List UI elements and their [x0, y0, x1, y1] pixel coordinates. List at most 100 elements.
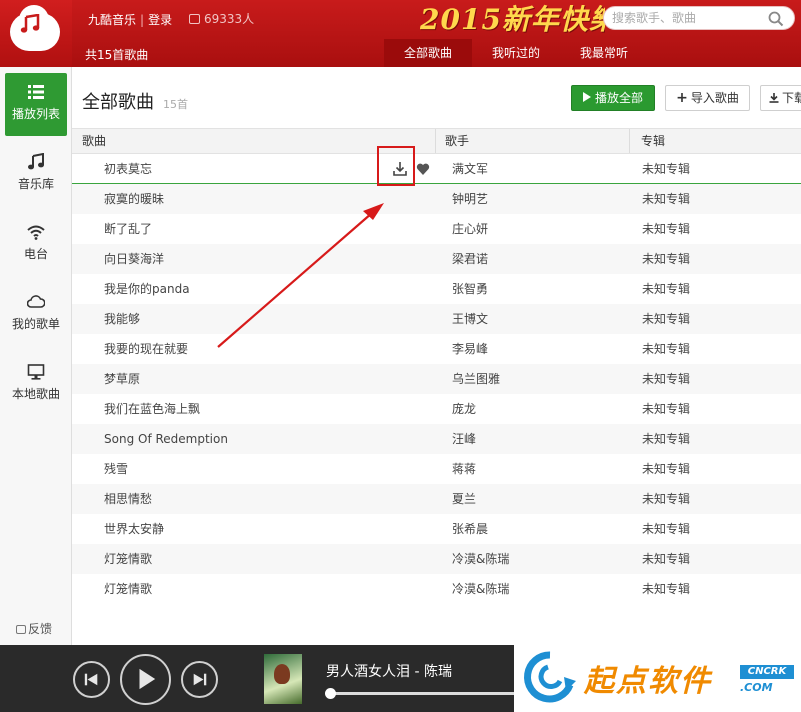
tab-all-songs[interactable]: 全部歌曲 — [384, 39, 473, 67]
next-button[interactable] — [181, 661, 218, 698]
music-note-icon — [28, 153, 44, 170]
song-title[interactable]: 灯笼情歌 — [104, 574, 152, 604]
heart-icon[interactable] — [416, 154, 430, 184]
song-row[interactable]: 我能够 王博文 未知专辑 — [72, 304, 801, 334]
artist-name[interactable]: 夏兰 — [452, 484, 476, 514]
song-count: 15首 — [163, 98, 188, 111]
tab-listened[interactable]: 我听过的 — [472, 39, 560, 67]
artist-name[interactable]: 王博文 — [452, 304, 488, 334]
artist-name[interactable]: 梁君诺 — [452, 244, 488, 274]
song-row[interactable]: 我是你的panda 张智勇 未知专辑 — [72, 274, 801, 304]
column-divider[interactable] — [435, 129, 436, 153]
song-row[interactable]: 残雪 蒋蒋 未知专辑 — [72, 454, 801, 484]
song-title[interactable]: 向日葵海洋 — [104, 244, 164, 274]
search-icon[interactable] — [768, 11, 784, 27]
album-name[interactable]: 未知专辑 — [642, 274, 690, 304]
sidebar-item-local-songs[interactable]: 本地歌曲 — [5, 353, 67, 416]
sidebar-item-label: 电台 — [23, 247, 48, 261]
song-row[interactable]: 向日葵海洋 梁君诺 未知专辑 — [72, 244, 801, 274]
song-title[interactable]: 我们在蓝色海上飘 — [104, 394, 200, 424]
header-links: 九酷音乐 | 登录 — [88, 11, 172, 28]
people-icon — [189, 14, 200, 24]
sidebar-item-playlist[interactable]: 播放列表 — [5, 73, 67, 136]
song-row[interactable]: 我要的现在就要 李易峰 未知专辑 — [72, 334, 801, 364]
song-title[interactable]: 寂寞的暖昧 — [104, 184, 164, 214]
artist-name[interactable]: 冷漠&陈瑞 — [452, 544, 509, 574]
song-title[interactable]: Song Of Redemption — [104, 424, 228, 454]
search-box[interactable] — [603, 6, 795, 30]
artist-name[interactable]: 满文军 — [452, 154, 488, 184]
song-row[interactable]: Song Of Redemption 汪峰 未知专辑 — [72, 424, 801, 454]
column-divider[interactable] — [629, 129, 630, 153]
artist-name[interactable]: 李易峰 — [452, 334, 488, 364]
sidebar-item-radio[interactable]: 电台 — [5, 213, 67, 276]
progress-bar[interactable] — [325, 688, 520, 699]
download-icon — [769, 93, 779, 103]
artist-name[interactable]: 张希晨 — [452, 514, 488, 544]
play-button[interactable] — [120, 654, 171, 705]
song-row[interactable]: 寂寞的暖昧 钟明艺 未知专辑 — [72, 184, 801, 214]
album-name[interactable]: 未知专辑 — [642, 544, 690, 574]
column-header-artist[interactable]: 歌手 — [445, 129, 469, 153]
artist-name[interactable]: 庄心妍 — [452, 214, 488, 244]
artist-name[interactable]: 汪峰 — [452, 424, 476, 454]
artist-name[interactable]: 乌兰图雅 — [452, 364, 500, 394]
album-name[interactable]: 未知专辑 — [642, 364, 690, 394]
album-name[interactable]: 未知专辑 — [642, 304, 690, 334]
artist-name[interactable]: 钟明艺 — [452, 184, 488, 214]
album-name[interactable]: 未知专辑 — [642, 394, 690, 424]
artist-name[interactable]: 冷漠&陈瑞 — [452, 574, 509, 604]
song-row[interactable]: 灯笼情歌 冷漠&陈瑞 未知专辑 — [72, 574, 801, 604]
sidebar-item-my-playlists[interactable]: 我的歌单 — [5, 283, 67, 346]
song-title[interactable]: 世界太安静 — [104, 514, 164, 544]
album-name[interactable]: 未知专辑 — [642, 214, 690, 244]
album-cover[interactable] — [264, 654, 302, 704]
sidebar-item-music-library[interactable]: 音乐库 — [5, 143, 67, 206]
song-row[interactable]: 相思情愁 夏兰 未知专辑 — [72, 484, 801, 514]
import-songs-button[interactable]: + 导入歌曲 — [665, 85, 750, 111]
album-name[interactable]: 未知专辑 — [642, 184, 690, 214]
column-header-song[interactable]: 歌曲 — [82, 129, 106, 153]
feedback-link[interactable]: 反馈 — [16, 620, 52, 637]
app-name-link[interactable]: 九酷音乐 — [88, 13, 136, 27]
album-name[interactable]: 未知专辑 — [642, 244, 690, 274]
previous-button[interactable] — [73, 661, 110, 698]
cloud-icon — [27, 295, 45, 308]
song-row[interactable]: 初表莫忘 满文军 未知专辑 — [72, 154, 801, 184]
album-name[interactable]: 未知专辑 — [642, 424, 690, 454]
play-all-button[interactable]: 播放全部 — [571, 85, 655, 111]
title-bar: 九酷音乐 |登录 69333人 2015新年快樂 共15首歌曲 全部歌曲 我听过的… — [0, 0, 801, 67]
progress-handle[interactable] — [325, 688, 336, 699]
tab-most-played[interactable]: 我最常听 — [560, 39, 648, 67]
search-input[interactable] — [612, 10, 762, 26]
song-row[interactable]: 世界太安静 张希晨 未知专辑 — [72, 514, 801, 544]
annotation-highlight-box — [377, 146, 415, 186]
song-title[interactable]: 相思情愁 — [104, 484, 152, 514]
album-name[interactable]: 未知专辑 — [642, 484, 690, 514]
song-title[interactable]: 断了乱了 — [104, 214, 152, 244]
artist-name[interactable]: 张智勇 — [452, 274, 488, 304]
song-row[interactable]: 断了乱了 庄心妍 未知专辑 — [72, 214, 801, 244]
artist-name[interactable]: 庞龙 — [452, 394, 476, 424]
song-row[interactable]: 我们在蓝色海上飘 庞龙 未知专辑 — [72, 394, 801, 424]
chat-bubble-icon — [16, 625, 26, 634]
album-name[interactable]: 未知专辑 — [642, 574, 690, 604]
column-header-album[interactable]: 专辑 — [641, 129, 665, 153]
artist-name[interactable]: 蒋蒋 — [452, 454, 476, 484]
song-title[interactable]: 我是你的panda — [104, 274, 190, 304]
login-link[interactable]: 登录 — [148, 13, 172, 27]
song-title[interactable]: 初表莫忘 — [104, 154, 152, 184]
song-title[interactable]: 我要的现在就要 — [104, 334, 188, 364]
download-button[interactable]: 下载 — [760, 85, 801, 111]
app-logo[interactable] — [0, 0, 72, 67]
song-title[interactable]: 梦草原 — [104, 364, 140, 394]
song-row[interactable]: 灯笼情歌 冷漠&陈瑞 未知专辑 — [72, 544, 801, 574]
song-title[interactable]: 残雪 — [104, 454, 128, 484]
song-row[interactable]: 梦草原 乌兰图雅 未知专辑 — [72, 364, 801, 394]
album-name[interactable]: 未知专辑 — [642, 334, 690, 364]
song-title[interactable]: 灯笼情歌 — [104, 544, 152, 574]
song-title[interactable]: 我能够 — [104, 304, 140, 334]
album-name[interactable]: 未知专辑 — [642, 514, 690, 544]
album-name[interactable]: 未知专辑 — [642, 454, 690, 484]
album-name[interactable]: 未知专辑 — [642, 154, 690, 184]
